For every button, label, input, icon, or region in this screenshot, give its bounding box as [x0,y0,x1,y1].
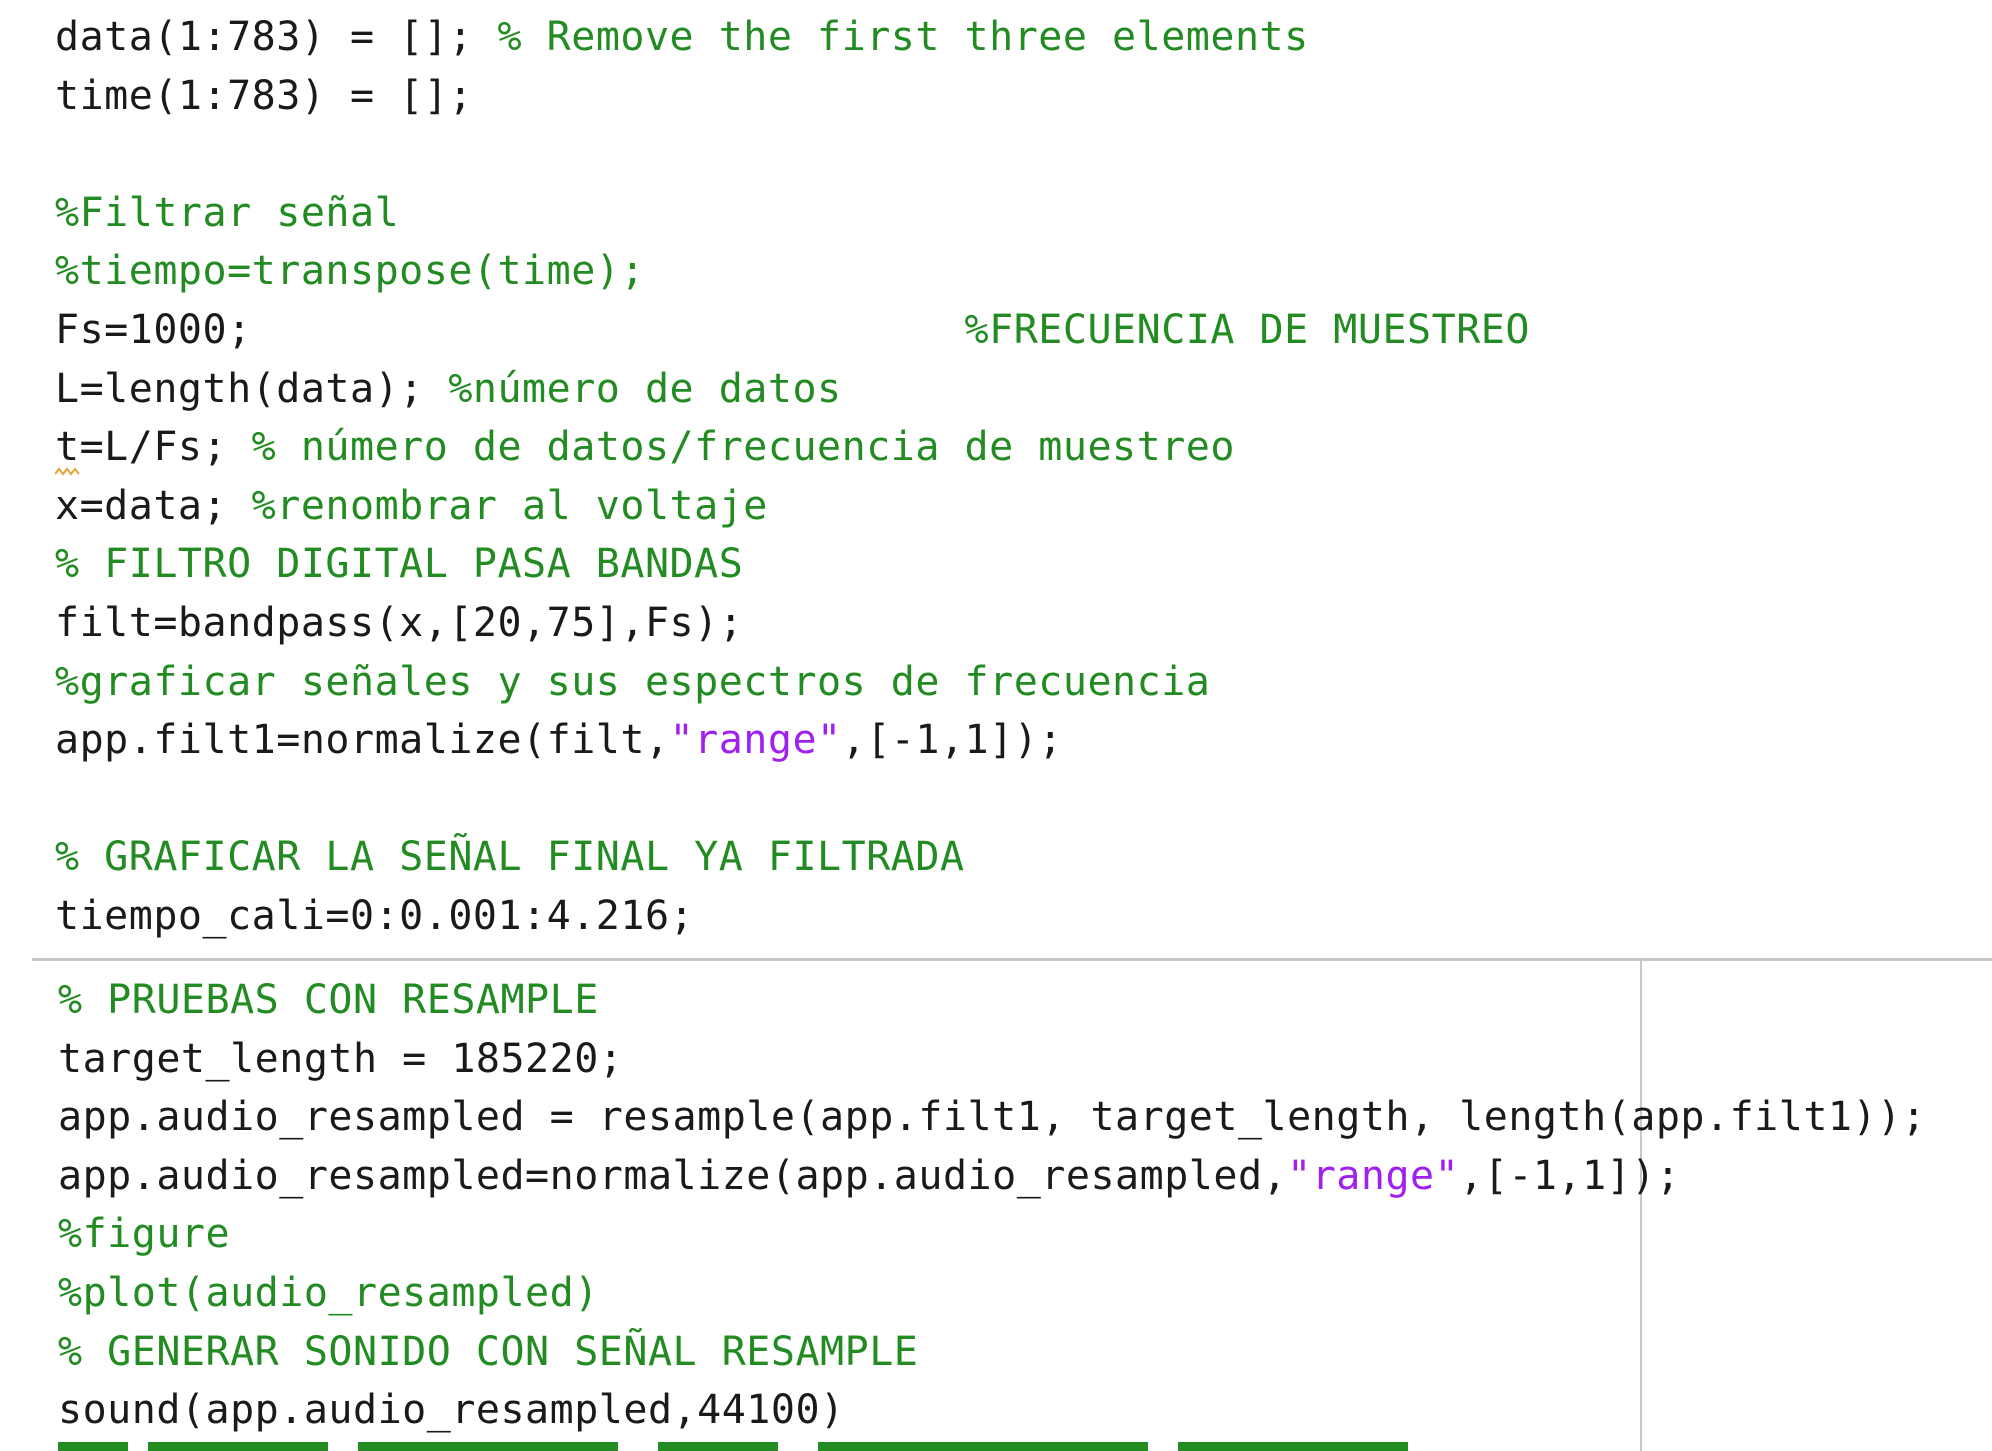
code-line[interactable]: app.audio_resampled = resample(app.filt1… [58,1088,1926,1146]
code-token: filt=bandpass(x,[20,75],Fs); [55,600,744,646]
code-line[interactable]: t=L/Fs; % número de datos/frecuencia de … [55,418,1235,476]
code-token: time(1:783) = []; [55,72,473,119]
code-line[interactable]: L=length(data); %número de datos [55,360,842,418]
code-token: ,[-1,1]); [841,717,1063,764]
code-line[interactable]: data(1:783) = []; % Remove the first thr… [55,8,1309,66]
comment-token: % GENERAR SONIDO CON SEÑAL RESAMPLE [58,1328,919,1375]
code-line[interactable]: sound(app.audio_resampled,44100) [58,1381,845,1439]
comment-token: %Filtrar señal [55,189,400,236]
code-token: t=L/Fs; [55,424,252,471]
code-token: ,[-1,1]); [1459,1152,1681,1199]
code-line[interactable]: %plot(audio_resampled) [58,1264,599,1322]
code-line[interactable]: %tiempo=transpose(time); [55,242,645,300]
code-line[interactable]: app.audio_resampled=normalize(app.audio_… [58,1147,1680,1205]
code-line[interactable]: % PRUEBAS CON RESAMPLE [58,971,599,1029]
comment-token: %número de datos [448,365,842,412]
code-line[interactable]: Fs=1000; %FRECUENCIA DE MUESTREO [55,301,1530,359]
comment-token: % GRAFICAR LA SEÑAL FINAL YA FILTRADA [55,834,965,881]
code-token: app.audio_resampled = resample(app.filt1… [58,1094,1927,1141]
code-token: Fs=1000; [55,307,965,353]
code-line[interactable]: %figure [58,1205,230,1263]
code-editor[interactable]: data(1:783) = []; % Remove the first thr… [0,0,1992,1451]
comment-token: %plot(audio_resampled) [58,1270,599,1316]
comment-token: % PRUEBAS CON RESAMPLE [58,977,599,1023]
code-line[interactable]: % GENERAR SONIDO CON SEÑAL RESAMPLE [58,1323,918,1381]
code-line[interactable]: time(1:783) = []; [55,67,473,125]
code-token: target_length = 185220; [58,1035,624,1082]
code-token: L=length(data); [55,365,449,412]
code-token: x=data; [55,482,252,529]
comment-token: %FRECUENCIA DE MUESTREO [964,307,1530,353]
code-line[interactable]: filt=bandpass(x,[20,75],Fs); [55,594,743,652]
string-literal: "range" [1287,1152,1460,1199]
code-token: app.filt1=normalize(filt, [55,717,670,764]
comment-token: % Remove the first three elements [497,14,1309,60]
code-line[interactable]: x=data; %renombrar al voltaje [55,477,768,535]
code-line[interactable]: target_length = 185220; [58,1030,623,1088]
code-token: tiempo_cali=0:0.001:4.216; [55,893,695,939]
cell-divider [32,958,1992,961]
code-line[interactable]: % FILTRO DIGITAL PASA BANDAS [55,535,743,593]
code-line[interactable]: tiempo_cali=0:0.001:4.216; [55,887,694,945]
code-token: data(1:783) = []; [55,14,498,60]
comment-token: % número de datos/frecuencia de muestreo [251,424,1235,471]
warning-squiggle-icon [55,467,80,476]
code-line[interactable]: app.filt1=normalize(filt,"range",[-1,1])… [55,711,1063,769]
code-token: sound(app.audio_resampled,44100) [58,1387,845,1434]
code-token: app.audio_resampled=normalize(app.audio_… [58,1152,1288,1199]
string-literal: "range" [669,717,842,764]
comment-token: %graficar señales y sus espectros de fre… [55,658,1211,705]
comment-token: %tiempo=transpose(time); [55,248,645,295]
comment-token: % FILTRO DIGITAL PASA BANDAS [55,541,744,588]
comment-token: %renombrar al voltaje [251,482,768,529]
code-line[interactable]: %graficar señales y sus espectros de fre… [55,653,1210,711]
code-line[interactable]: %Filtrar señal [55,184,399,242]
code-line[interactable]: % GRAFICAR LA SEÑAL FINAL YA FILTRADA [55,828,965,886]
truncated-next-line [58,1442,1408,1451]
comment-token: %figure [58,1211,231,1258]
